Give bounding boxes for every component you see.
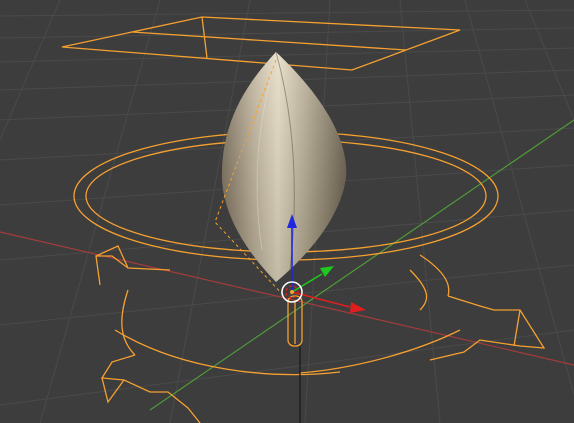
y-arrow-icon[interactable] (320, 266, 334, 277)
overhead-rectangle-control[interactable] (61, 16, 461, 71)
teardrop-mesh[interactable] (221, 51, 347, 282)
x-arrow-icon[interactable] (350, 302, 366, 313)
3d-viewport[interactable] (0, 0, 574, 423)
ground-cross-arrows-control[interactable] (95, 245, 546, 423)
bone-capsule-control[interactable] (287, 295, 303, 347)
viewport-canvas[interactable] (0, 0, 574, 423)
